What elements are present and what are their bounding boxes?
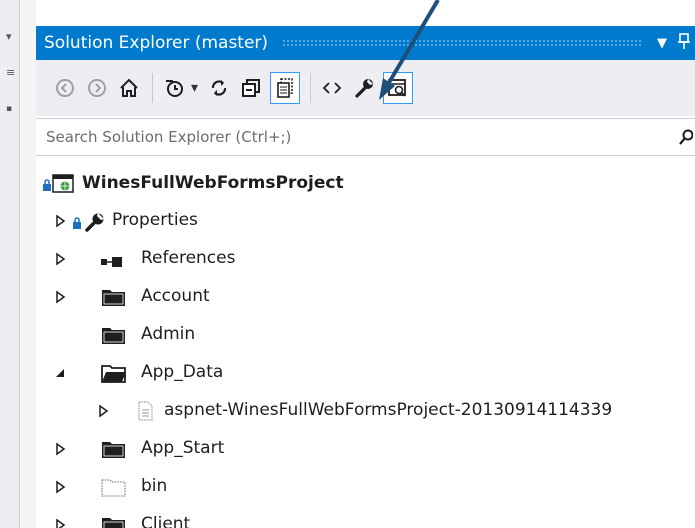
- strip-dropdown-icon[interactable]: ▾: [6, 30, 12, 43]
- solution-tree: WinesFullWebFormsProject Properties Refe…: [36, 166, 695, 528]
- toolbar-separator: [152, 73, 153, 103]
- tree-item-app-data[interactable]: App_Data: [36, 354, 695, 392]
- back-icon[interactable]: [52, 72, 78, 104]
- expand-arrow-icon[interactable]: [53, 518, 67, 528]
- panel-toolbar: ▾: [36, 60, 695, 116]
- tree-item-references[interactable]: References: [36, 240, 695, 278]
- lock-icon: [42, 176, 52, 195]
- home-icon[interactable]: [116, 72, 142, 104]
- tree-item-properties[interactable]: Properties: [36, 202, 695, 240]
- view-code-icon[interactable]: [319, 72, 345, 104]
- tree-item-label: bin: [141, 476, 168, 496]
- references-icon: [100, 253, 124, 272]
- search-input[interactable]: [36, 128, 656, 146]
- lock-icon: [72, 214, 82, 233]
- tree-item-app-start[interactable]: App_Start: [36, 430, 695, 468]
- tree-item-admin[interactable]: Admin: [36, 316, 695, 354]
- toolbar-separator: [310, 73, 312, 103]
- history-icon[interactable]: [161, 72, 187, 104]
- pin-icon[interactable]: [673, 33, 695, 53]
- folder-icon: [101, 439, 127, 463]
- collapse-all-icon[interactable]: [238, 72, 264, 104]
- show-all-files-icon[interactable]: [270, 72, 301, 104]
- file-icon: [136, 401, 154, 425]
- folder-open-icon: [101, 363, 127, 387]
- folder-icon: [101, 287, 127, 311]
- tree-item-account[interactable]: Account: [36, 278, 695, 316]
- collapse-arrow-icon[interactable]: [53, 366, 67, 380]
- tree-item-client[interactable]: Client: [36, 506, 695, 528]
- strip-marker-icon: ▪: [6, 104, 13, 114]
- folder-icon: [101, 515, 127, 528]
- project-name: WinesFullWebFormsProject: [82, 173, 344, 193]
- search-bar: [36, 118, 695, 156]
- tree-item-label: Admin: [141, 324, 196, 344]
- expand-arrow-icon[interactable]: [96, 404, 110, 418]
- tree-item-label: App_Data: [141, 362, 224, 382]
- tree-item-label: References: [141, 248, 236, 268]
- expand-arrow-icon[interactable]: [53, 214, 67, 228]
- wrench-icon: [84, 212, 106, 236]
- sync-icon[interactable]: [206, 72, 232, 104]
- tree-item-label: App_Start: [141, 438, 225, 458]
- panel-title-bar[interactable]: Solution Explorer (master) ▼: [36, 26, 695, 60]
- tree-item-bin[interactable]: bin: [36, 468, 695, 506]
- drag-grip[interactable]: [282, 39, 643, 47]
- panel-title: Solution Explorer (master): [44, 33, 269, 53]
- tree-item-label: Client: [141, 514, 191, 528]
- history-dropdown-icon[interactable]: ▾: [191, 80, 198, 96]
- search-icon[interactable]: [679, 129, 694, 151]
- expand-arrow-icon[interactable]: [53, 252, 67, 266]
- preview-selected-icon[interactable]: [383, 72, 414, 104]
- expand-arrow-icon[interactable]: [53, 442, 67, 456]
- folder-icon: [101, 325, 127, 349]
- expand-arrow-icon[interactable]: [53, 480, 67, 494]
- tree-item-label: Account: [141, 286, 210, 306]
- strip-menu-icon[interactable]: ≡: [6, 66, 15, 79]
- tree-item-database-file[interactable]: aspnet-WinesFullWebFormsProject-20130914…: [36, 392, 695, 430]
- folder-dotted-icon: [101, 477, 127, 501]
- tree-item-label: aspnet-WinesFullWebFormsProject-20130914…: [164, 400, 613, 420]
- window-position-dropdown-icon[interactable]: ▼: [651, 36, 673, 51]
- web-project-icon: [52, 174, 74, 198]
- forward-icon[interactable]: [84, 72, 110, 104]
- properties-wrench-icon[interactable]: [351, 72, 377, 104]
- expand-arrow-icon[interactable]: [53, 290, 67, 304]
- left-panel-strip: ▾ ≡ ▪: [0, 0, 20, 528]
- tree-item-project[interactable]: WinesFullWebFormsProject: [36, 166, 695, 202]
- solution-explorer-panel: Solution Explorer (master) ▼ ▾ Search So…: [36, 0, 695, 528]
- tree-item-label: Properties: [112, 210, 198, 230]
